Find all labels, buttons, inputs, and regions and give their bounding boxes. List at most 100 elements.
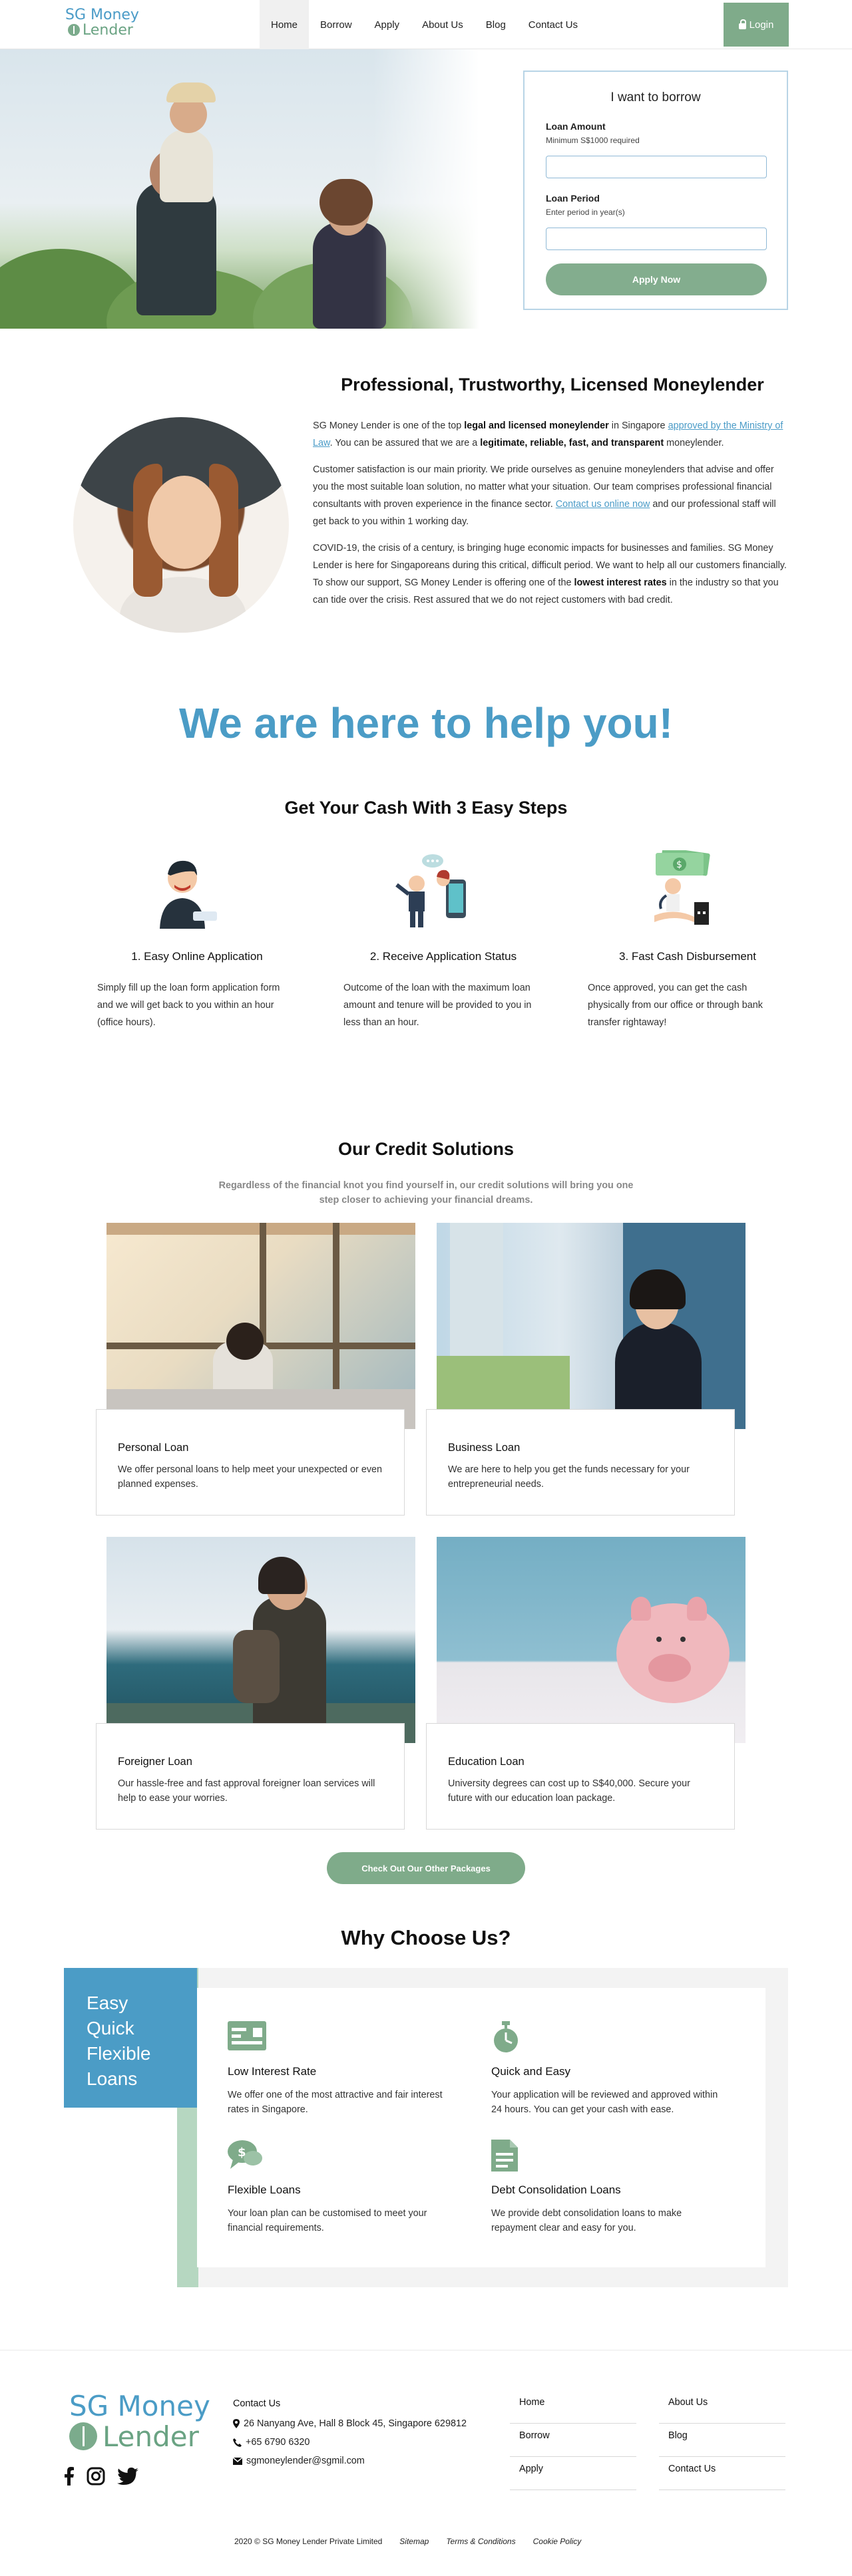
login-label: Login [749, 19, 774, 31]
credit-solutions-title: Our Credit Solutions [337, 1139, 514, 1159]
easy-quick-flexible-badge: Easy Quick Flexible Loans [64, 1968, 197, 2108]
feature-title: Low Interest Rate [228, 2065, 317, 2078]
personal-loan-photo [106, 1223, 415, 1429]
footer-email[interactable]: sgmoneylender@sgmil.com [246, 2456, 365, 2466]
step-card: 1. Easy Online Application Simply fill u… [97, 850, 297, 1031]
logo-line1: SG Money [65, 7, 139, 23]
footer-phone[interactable]: +65 6790 6320 [246, 2437, 310, 2448]
footer-link-home[interactable]: Home [510, 2390, 636, 2424]
business-loan-photo [437, 1223, 746, 1429]
loan-card-business[interactable]: Business Loan We are here to help you ge… [426, 1223, 746, 1516]
footer-link-blog[interactable]: Blog [659, 2424, 785, 2457]
footer-link-apply[interactable]: Apply [510, 2457, 636, 2490]
loan-card-education[interactable]: Education Loan University degrees can co… [426, 1537, 746, 1830]
instagram-icon[interactable] [87, 2467, 105, 2486]
footer-link-contact-us[interactable]: Contact Us [659, 2457, 785, 2490]
money-icon [228, 2021, 266, 2053]
site-logo[interactable]: SG Money Lender [65, 8, 139, 39]
loan-card-title: Education Loan [448, 1756, 525, 1768]
location-pin-icon [233, 2419, 240, 2428]
loan-period-input[interactable] [546, 228, 767, 250]
feature-text: We offer one of the most attractive and … [228, 2090, 443, 2115]
login-button[interactable]: Login [724, 3, 789, 47]
step-text: Simply fill up the loan form application… [97, 983, 280, 1028]
footer-address: 26 Nanyang Ave, Hall 8 Block 45, Singapo… [244, 2418, 467, 2429]
facebook-icon[interactable] [64, 2467, 75, 2486]
leaf-icon [69, 2422, 97, 2450]
feature-debt-consolidation: Debt Consolidation Loans We provide debt… [491, 2140, 724, 2235]
nav-blog[interactable]: Blog [475, 0, 517, 49]
nav-contact-us[interactable]: Contact Us [517, 0, 589, 49]
copyright-text: 2020 © SG Money Lender Private Limited [234, 2537, 383, 2546]
feature-title: Flexible Loans [228, 2183, 301, 2196]
borrow-form-title: I want to borrow [610, 90, 701, 104]
nav-home[interactable]: Home [260, 0, 310, 49]
borrow-form: I want to borrow Loan Amount Minimum S$1… [523, 71, 788, 310]
footer-link-borrow[interactable]: Borrow [510, 2424, 636, 2457]
other-packages-button[interactable]: Check Out Our Other Packages [327, 1852, 525, 1884]
document-icon [491, 2140, 529, 2172]
step-title: 2. Receive Application Status [369, 950, 517, 963]
chat-dollar-icon: $ [228, 2140, 265, 2172]
steps-title: Get Your Cash With 3 Easy Steps [284, 798, 568, 818]
sitemap-link[interactable]: Sitemap [399, 2537, 429, 2546]
feature-title: Debt Consolidation Loans [491, 2183, 621, 2196]
step-text: Once approved, you can get the cash phys… [588, 983, 763, 1028]
education-loan-photo [437, 1537, 746, 1743]
cookie-policy-link[interactable]: Cookie Policy [533, 2537, 582, 2546]
hero-family-photo [0, 49, 479, 329]
feature-text: Your application will be reviewed and ap… [491, 2090, 718, 2115]
nav-borrow[interactable]: Borrow [309, 0, 363, 49]
about-paragraph: SG Money Lender is one of the top legal … [313, 420, 783, 448]
about-title: Professional, Trustworthy, Licensed Mone… [341, 375, 764, 395]
leaf-icon [68, 24, 80, 36]
svg-text:$: $ [676, 860, 682, 870]
twitter-icon[interactable] [117, 2468, 138, 2485]
footer-links-col1: Home Borrow Apply [510, 2397, 636, 2490]
loan-amount-label: Loan Amount [546, 121, 606, 132]
about-paragraph: Customer satisfaction is our main priori… [313, 464, 776, 527]
credit-solutions-subtitle: Regardless of the financial knot you fin… [218, 1180, 634, 1206]
step-text: Outcome of the loan with the maximum loa… [343, 983, 532, 1028]
footer-logo[interactable]: SG Money Lender [69, 2392, 210, 2453]
loan-card-text: Our hassle-free and fast approval foreig… [118, 1778, 375, 1804]
about-paragraph: COVID-19, the crisis of a century, is br… [313, 543, 787, 605]
loan-card-foreigner[interactable]: Foreigner Loan Our hassle-free and fast … [96, 1537, 415, 1830]
footer-link-about-us[interactable]: About Us [659, 2390, 785, 2424]
online-application-illustration-icon [144, 850, 224, 930]
loan-period-hint: Enter period in year(s) [546, 208, 625, 217]
svg-text:$: $ [238, 2146, 246, 2160]
loan-amount-hint: Minimum S$1000 required [546, 136, 640, 145]
about-text: SG Money Lender is one of the top legal … [313, 417, 789, 618]
step-card: $ 3. Fast Cash Disbursement Once approve… [588, 847, 787, 1031]
feature-text: Your loan plan can be customised to meet… [228, 2208, 427, 2233]
phone-icon [233, 2438, 242, 2447]
contact-us-online-link[interactable]: Contact us online now [556, 499, 650, 510]
loan-card-text: University degrees can cost up to S$40,0… [448, 1778, 690, 1804]
apply-now-button[interactable]: Apply Now [546, 263, 767, 295]
why-choose-us-panel: Low Interest Rate We offer one of the mo… [64, 1968, 788, 2287]
nav-apply[interactable]: Apply [363, 0, 411, 49]
envelope-icon [233, 2457, 242, 2465]
site-header: SG Money Lender Home Borrow Apply About … [0, 0, 852, 49]
application-status-illustration-icon [390, 850, 470, 930]
step-title: 3. Fast Cash Disbursement [619, 950, 756, 963]
loan-card-text: We are here to help you get the funds ne… [448, 1464, 690, 1490]
footer-links-col2: About Us Blog Contact Us [659, 2397, 785, 2490]
foreigner-loan-photo [106, 1537, 415, 1743]
logo-line2: Lender [83, 22, 133, 39]
feature-flexible-loans: $ Flexible Loans Your loan plan can be c… [228, 2140, 461, 2235]
lock-icon [738, 19, 746, 29]
loan-card-personal[interactable]: Personal Loan We offer personal loans to… [96, 1223, 415, 1516]
slogan-heading: We are here to help you! [178, 699, 674, 747]
feature-quick-easy: Quick and Easy Your application will be … [491, 2021, 724, 2117]
woman-portrait-photo [73, 417, 289, 633]
loan-card-title: Business Loan [448, 1442, 521, 1454]
loan-card-title: Foreigner Loan [118, 1756, 192, 1768]
cash-disbursement-illustration-icon: $ [634, 847, 714, 930]
terms-conditions-link[interactable]: Terms & Conditions [446, 2537, 515, 2546]
main-nav: Home Borrow Apply About Us Blog Contact … [260, 0, 589, 49]
feature-low-interest: Low Interest Rate We offer one of the mo… [228, 2021, 461, 2117]
nav-about-us[interactable]: About Us [411, 0, 475, 49]
loan-amount-input[interactable] [546, 156, 767, 178]
